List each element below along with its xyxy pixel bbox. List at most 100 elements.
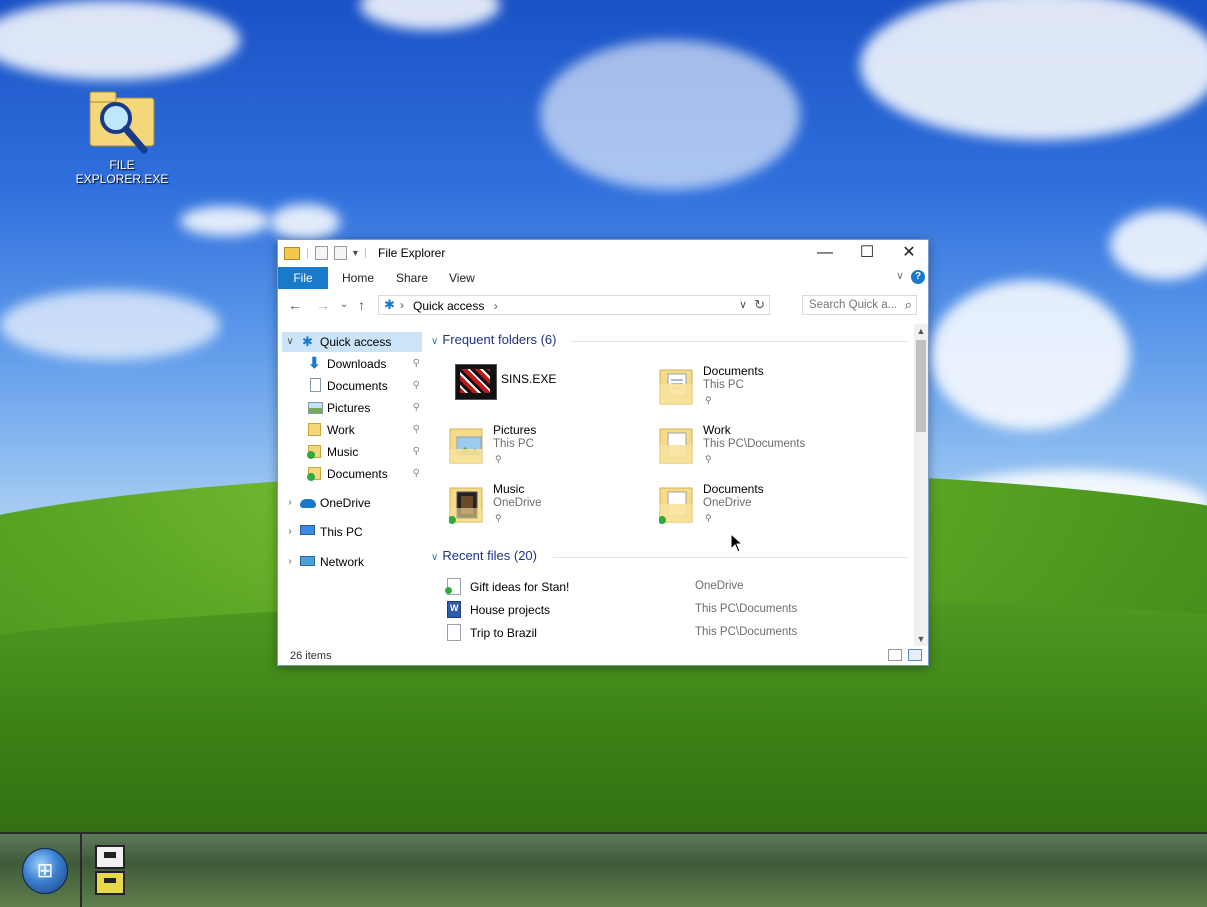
tab-file[interactable]: File (278, 267, 328, 289)
pin-icon: ⚲ (412, 380, 420, 391)
recent-files-header[interactable]: ∨ Recent files (20) (431, 548, 537, 563)
tab-share[interactable]: Share (396, 267, 428, 289)
chevron-down-icon[interactable]: ∨ (431, 552, 438, 563)
minimize-button[interactable]: — (804, 240, 846, 266)
quick-access-star-icon: ✱ (302, 334, 313, 349)
breadcrumb-separator: › (400, 298, 404, 312)
scroll-up-arrow-icon[interactable]: ▲ (914, 326, 928, 336)
tile-name: Work (703, 423, 731, 437)
folder-tile-documents-onedrive[interactable]: Documents OneDrive ⚲ (659, 480, 899, 532)
taskbar-app-file-cabinet[interactable] (92, 842, 128, 898)
breadcrumb-quick-access[interactable]: Quick access › (413, 299, 498, 313)
back-arrow-icon[interactable]: ← (288, 297, 302, 313)
start-button[interactable]: ⊞ (22, 848, 68, 894)
expand-ribbon-chevron-icon[interactable]: ∨ (896, 269, 904, 282)
pictures-icon (308, 402, 323, 414)
chevron-right-icon[interactable]: › (284, 522, 296, 542)
file-cabinet-icon (95, 845, 125, 895)
search-box[interactable]: ⌕ (802, 295, 917, 315)
windows-logo-icon: ⊞ (36, 860, 54, 882)
pin-icon: ⚲ (412, 446, 420, 457)
forward-arrow-icon[interactable]: → (316, 297, 330, 313)
window-title: File Explorer (378, 246, 446, 260)
nav-label: Documents (327, 467, 388, 481)
section-title: Frequent folders (6) (442, 332, 557, 347)
folder-tile-documents[interactable]: Documents This PC ⚲ (659, 362, 899, 414)
refresh-icon[interactable]: ↻ (754, 297, 765, 313)
nav-item-pictures[interactable]: Pictures ⚲ (282, 398, 422, 418)
network-icon (300, 556, 315, 566)
folder-icon (308, 423, 321, 436)
quick-access-toolbar: | ▾ | (284, 246, 367, 260)
help-icon[interactable]: ? (911, 270, 925, 284)
tile-name: Documents (703, 482, 764, 496)
text-document-icon (447, 624, 461, 641)
cloud (270, 204, 340, 240)
pin-icon: ⚲ (705, 513, 712, 523)
word-document-icon: W (447, 601, 461, 618)
pin-icon: ⚲ (412, 402, 420, 413)
nav-quick-access[interactable]: ∨ ✱ Quick access (282, 332, 422, 352)
chevron-right-icon[interactable]: › (284, 493, 296, 513)
recent-locations-chevron-icon[interactable]: ⌄ (340, 299, 348, 310)
tab-view[interactable]: View (449, 267, 475, 289)
recent-file-row[interactable]: Trip to Brazil This PC\Documents (445, 622, 905, 644)
chevron-down-icon[interactable]: ∨ (431, 336, 438, 347)
cloud (0, 0, 240, 80)
breadcrumb-separator: › (493, 299, 498, 313)
nav-onedrive[interactable]: › OneDrive (282, 493, 422, 513)
magnifier-folder-icon (86, 88, 158, 154)
frequent-folders-header[interactable]: ∨ Frequent folders (6) (431, 332, 557, 347)
chevron-down-icon[interactable]: ∨ (284, 332, 296, 352)
tile-location: This PC (703, 379, 744, 391)
recent-file-row[interactable]: Gift ideas for Stan! OneDrive (445, 576, 905, 598)
address-dropdown-chevron-icon[interactable]: ∨ (739, 298, 747, 311)
folder-tile-work[interactable]: Work This PC\Documents ⚲ (659, 421, 899, 473)
nav-item-documents-onedrive[interactable]: Documents ⚲ (282, 464, 422, 484)
folder-tile-music[interactable]: Music OneDrive ⚲ (449, 480, 649, 532)
file-explorer-window: | ▾ | File Explorer — ☐ ✕ File Home Shar… (277, 239, 929, 666)
pin-icon: ⚲ (412, 424, 420, 435)
recent-file-name: House projects (470, 603, 551, 617)
nav-item-music[interactable]: Music ⚲ (282, 442, 422, 462)
nav-label: Quick access (320, 335, 392, 349)
desktop-icon-file-explorer[interactable]: FILE EXPLORER.EXE (70, 88, 174, 186)
folder-tile-pictures[interactable]: Pictures This PC ⚲ (449, 421, 649, 473)
nav-network[interactable]: › Network (282, 552, 422, 572)
properties-icon[interactable] (314, 246, 328, 260)
up-arrow-icon[interactable]: ↑ (358, 297, 365, 313)
computer-monitor-icon (300, 525, 315, 535)
cloud (0, 290, 220, 360)
cloud (540, 40, 800, 190)
documents-folder-synced-icon (307, 467, 321, 481)
maximize-button[interactable]: ☐ (846, 240, 888, 266)
scroll-down-arrow-icon[interactable]: ▼ (914, 634, 928, 644)
customize-toolbar-chevron-icon[interactable]: ▾ (353, 248, 358, 259)
title-bar: | ▾ | File Explorer — ☐ ✕ (278, 240, 928, 266)
scrollbar-thumb[interactable] (916, 340, 926, 432)
search-input[interactable] (807, 298, 899, 312)
folder-small-icon[interactable] (284, 246, 300, 260)
nav-label: This PC (320, 525, 363, 539)
details-view-icon[interactable] (888, 649, 902, 661)
chevron-right-icon[interactable]: › (284, 552, 296, 572)
documents-folder-icon (659, 369, 693, 405)
vertical-scrollbar[interactable]: ▲ ▼ (914, 324, 928, 646)
document-synced-icon (445, 578, 461, 595)
nav-item-downloads[interactable]: ⬇ Downloads ⚲ (282, 354, 422, 374)
folder-tile-sins-exe[interactable]: SINS.EXE (451, 362, 651, 414)
close-button[interactable]: ✕ (888, 240, 930, 266)
pin-icon: ⚲ (495, 513, 502, 523)
tab-home[interactable]: Home (342, 267, 374, 289)
address-bar[interactable]: ✱ › Quick access › ∨ ↻ (378, 295, 770, 315)
nav-item-documents[interactable]: Documents ⚲ (282, 376, 422, 396)
cloud (180, 206, 270, 236)
ribbon-tabs: File Home Share View ∨ ? (278, 267, 928, 289)
nav-label: Downloads (327, 357, 387, 371)
nav-item-work[interactable]: Work ⚲ (282, 420, 422, 440)
nav-this-pc[interactable]: › This PC (282, 522, 422, 542)
status-bar: 26 items (278, 646, 928, 665)
large-icons-view-icon[interactable] (908, 649, 922, 661)
new-folder-icon[interactable] (333, 246, 347, 260)
recent-file-row[interactable]: W House projects This PC\Documents (445, 599, 905, 621)
